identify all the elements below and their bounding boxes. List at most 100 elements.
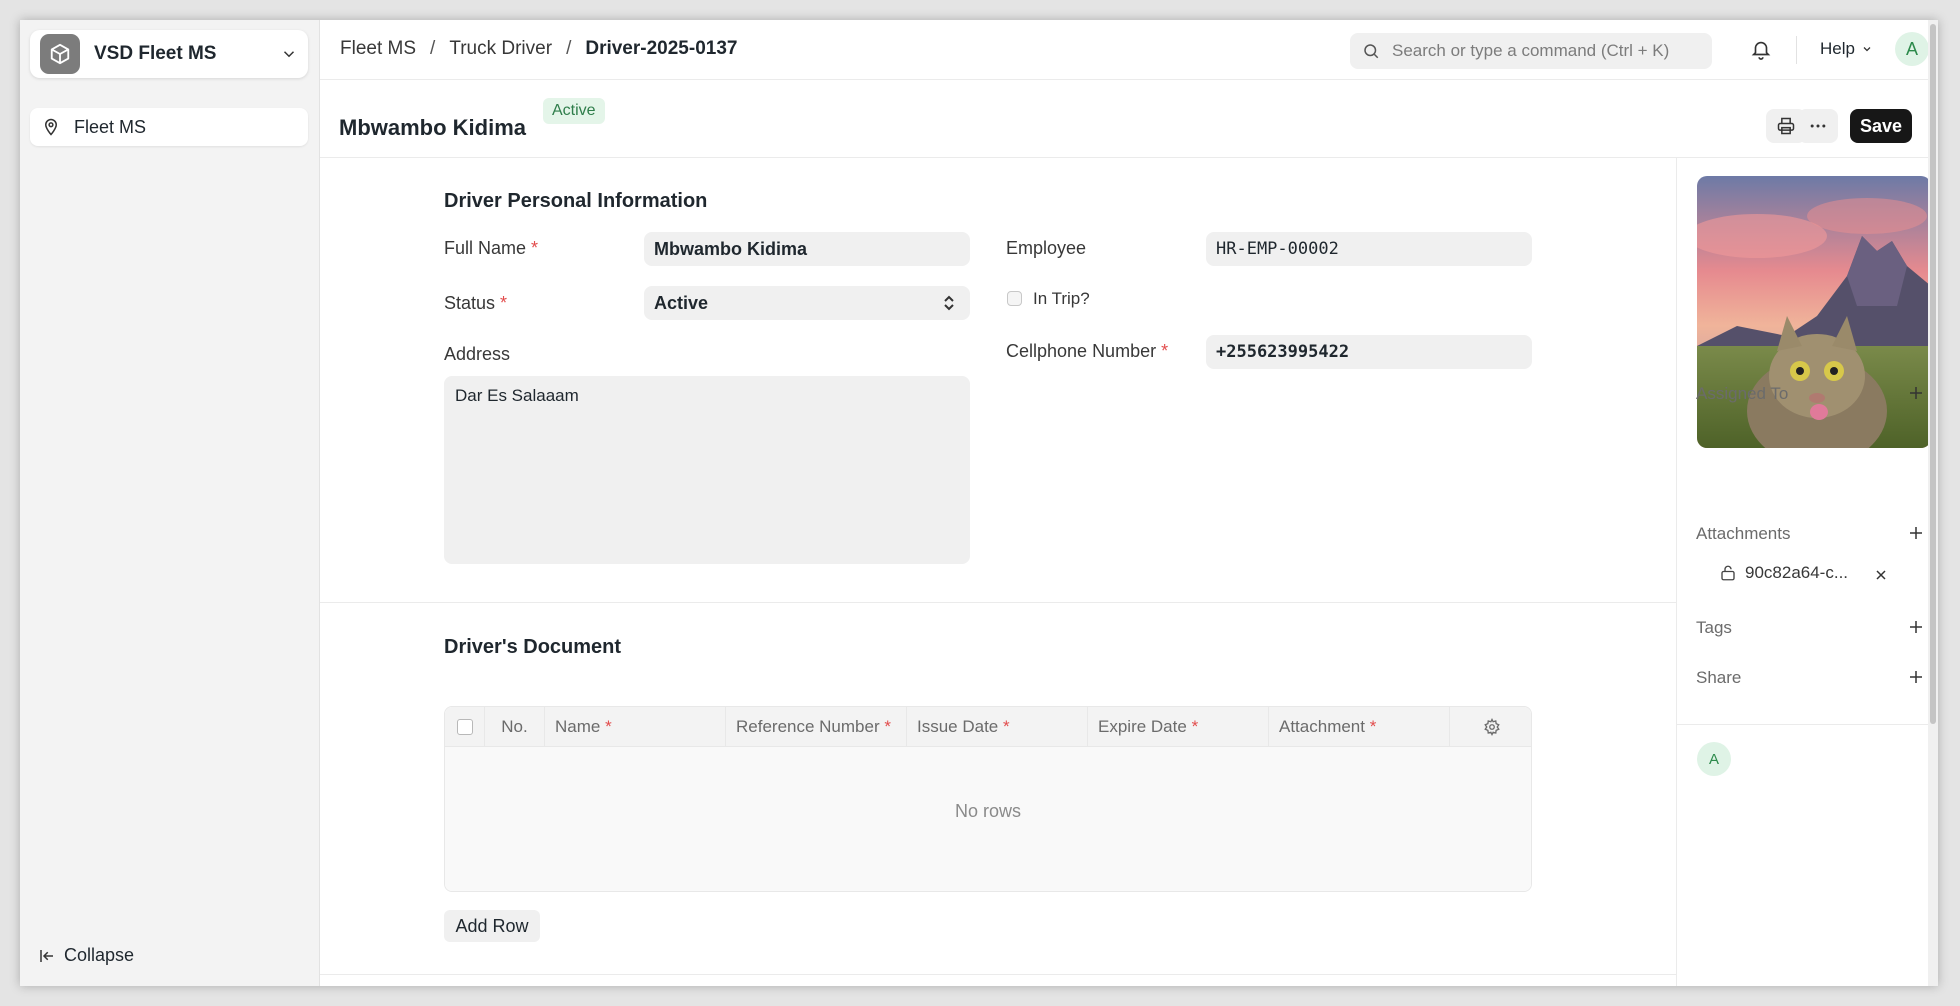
breadcrumb-truck-driver[interactable]: Truck Driver [449, 38, 552, 60]
driver-photo-image [1697, 176, 1931, 448]
app-logo-icon [40, 34, 80, 74]
column-header-reference-text: Reference Number [736, 717, 880, 736]
save-button[interactable]: Save [1850, 109, 1912, 143]
page-scrollbar[interactable] [1928, 20, 1938, 986]
form-main: Driver Personal Information Full Name * … [320, 158, 1676, 986]
section-divider [320, 974, 1676, 975]
breadcrumb-fleet-ms[interactable]: Fleet MS [340, 38, 416, 60]
app-switcher[interactable]: VSD Fleet MS [30, 30, 308, 78]
address-textarea[interactable]: Dar Es Salaaam [444, 376, 970, 564]
search-input[interactable] [1392, 41, 1692, 61]
in-trip-checkbox[interactable] [1007, 291, 1022, 306]
more-actions-button[interactable] [1798, 109, 1838, 143]
employee-label: Employee [1006, 238, 1087, 258]
required-mark: * [500, 293, 508, 313]
column-header-name-text: Name [555, 717, 601, 736]
required-mark: * [1161, 341, 1169, 361]
add-assignee-plus-icon[interactable] [1907, 384, 1925, 402]
assigned-to-label: Assigned To [1696, 384, 1789, 403]
employee-field[interactable]: HR-EMP-00002 [1206, 232, 1532, 266]
column-header-no: No. [485, 707, 545, 747]
add-tag-plus-icon[interactable] [1907, 618, 1925, 636]
add-row-button[interactable]: Add Row [444, 910, 540, 942]
app-name: VSD Fleet MS [94, 43, 217, 64]
no-rows-text: No rows [954, 801, 1021, 821]
app-window: VSD Fleet MS Fleet MS Collapse Fleet MS … [20, 20, 1938, 986]
chevron-down-icon [1863, 47, 1871, 52]
required-mark: * [1369, 717, 1377, 736]
select-all-checkbox[interactable] [456, 719, 473, 735]
attachment-name: 90c82a64-c... [1745, 563, 1849, 582]
add-share-plus-icon[interactable] [1907, 668, 1925, 686]
full-name-label: Full Name * [444, 238, 538, 259]
table-settings-button[interactable] [1450, 707, 1531, 747]
attachments-label: Attachments [1696, 524, 1791, 543]
column-header-attachment-text: Attachment [1279, 717, 1365, 736]
column-header-issue-date: Issue Date * [907, 707, 1088, 747]
column-header-issue-date-text: Issue Date [917, 717, 999, 736]
column-header-attachment: Attachment * [1269, 707, 1450, 747]
address-label: Address [444, 344, 511, 364]
full-name-field[interactable]: Mbwambo Kidima [644, 232, 970, 266]
status-badge: Active [543, 98, 605, 124]
cellphone-label: Cellphone Number * [1006, 341, 1168, 362]
form-sidebar: Assigned To Attachments 90c82a64-c... Ta… [1676, 158, 1938, 986]
breadcrumb-current[interactable]: Driver-2025-0137 [585, 38, 737, 60]
status-label: Status * [444, 293, 507, 314]
breadcrumb-separator: / [430, 38, 436, 59]
help-dropdown[interactable]: Help [1820, 39, 1873, 59]
table-body: No rows [445, 747, 1531, 891]
viewer-avatar: A [1697, 742, 1731, 776]
breadcrumb: Fleet MS / Truck Driver / Driver-2025-01… [340, 38, 737, 60]
status-select-value: Active [654, 292, 709, 313]
chevron-down-icon [283, 51, 295, 58]
breadcrumb-separator: / [566, 38, 572, 59]
column-header-name: Name * [545, 707, 726, 747]
collapse-label: Collapse [64, 945, 135, 965]
in-trip-label: In Trip? [1033, 289, 1090, 308]
column-header-expire-date: Expire Date * [1088, 707, 1269, 747]
help-label: Help [1820, 39, 1855, 58]
driver-photo[interactable] [1697, 176, 1931, 448]
required-mark: * [605, 717, 612, 736]
notifications-bell-icon[interactable] [1750, 38, 1772, 65]
user-avatar[interactable]: A [1895, 32, 1929, 66]
top-navbar: Fleet MS / Truck Driver / Driver-2025-01… [320, 20, 1938, 80]
status-select[interactable]: Active [644, 286, 970, 320]
divider [1677, 724, 1938, 725]
gear-icon [1483, 718, 1500, 736]
section-title-documents: Driver's Document [444, 636, 622, 658]
cellphone-label-text: Cellphone Number [1006, 341, 1157, 361]
more-horizontal-icon [1810, 124, 1826, 128]
collapse-sidebar-button[interactable]: Collapse [38, 945, 134, 966]
divider [1796, 36, 1797, 64]
documents-table: No. Name * Reference Number * Issue Date… [444, 706, 1532, 892]
add-attachment-plus-icon[interactable] [1907, 524, 1925, 542]
lock-icon [1721, 565, 1735, 581]
select-arrows-icon [944, 295, 954, 311]
search-icon [1364, 44, 1379, 59]
scrollbar-thumb[interactable] [1930, 24, 1936, 724]
required-mark: * [884, 717, 891, 736]
table-header: No. Name * Reference Number * Issue Date… [445, 707, 1531, 747]
map-pin-icon [44, 118, 58, 136]
page-title: Mbwambo Kidima [339, 115, 527, 140]
attachment-item[interactable]: 90c82a64-c... [1719, 563, 1848, 583]
search-bar[interactable] [1350, 33, 1712, 69]
column-header-reference-number: Reference Number * [726, 707, 907, 747]
required-mark: * [531, 238, 539, 258]
required-mark: * [1003, 717, 1010, 736]
status-label-text: Status [444, 293, 496, 313]
select-all-cell [445, 707, 485, 747]
full-name-label-text: Full Name [444, 238, 527, 258]
share-label: Share [1696, 668, 1742, 687]
section-divider [320, 602, 1676, 603]
printer-icon [1777, 117, 1795, 135]
sidebar: VSD Fleet MS Fleet MS Collapse [20, 20, 320, 986]
cellphone-field[interactable]: +255623995422 [1206, 335, 1532, 369]
remove-attachment-close-icon[interactable] [1873, 567, 1889, 583]
column-header-expire-date-text: Expire Date [1098, 717, 1187, 736]
tags-label: Tags [1696, 618, 1732, 637]
section-title-personal-info: Driver Personal Information [444, 190, 708, 212]
sidebar-item-fleet-ms[interactable]: Fleet MS [30, 108, 308, 146]
